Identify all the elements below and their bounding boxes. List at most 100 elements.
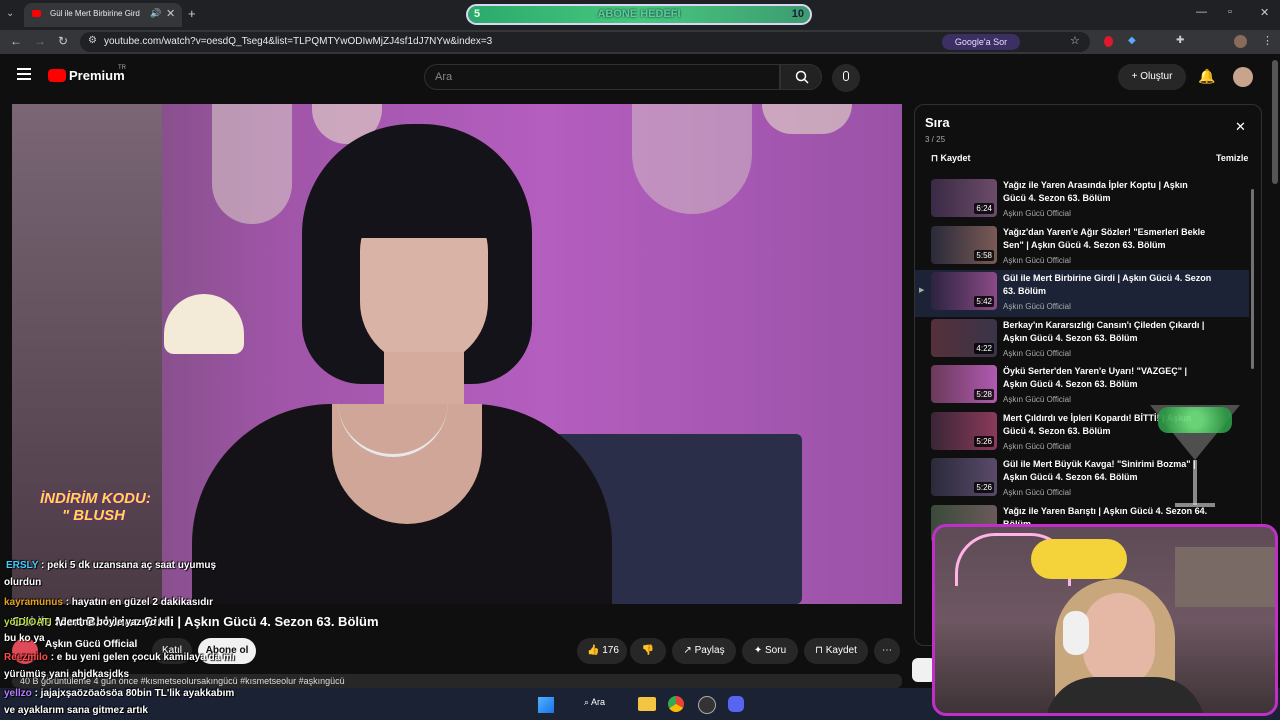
browser-menu-icon[interactable]: ⋮: [1262, 34, 1273, 47]
channel-name[interactable]: Aşkın Gücü Official: [45, 639, 137, 650]
share-button[interactable]: ↗ Paylaş: [672, 638, 736, 664]
queue-item-title: Yağız'dan Yaren'e Ağır Sözler! "Esmerler…: [1003, 227, 1206, 250]
webcam-person-top: [1045, 677, 1205, 713]
browser-tab-active[interactable]: Gül ile Mert Birbirine Girdi 🔊 ✕: [24, 3, 182, 27]
queue-item-title: Berkay'ın Kararsızlığı Cansın'ı Çileden …: [1003, 320, 1205, 343]
file-explorer-icon[interactable]: [638, 697, 656, 711]
queue-item[interactable]: 4:22 Berkay'ın Kararsızlığı Cansın'ı Çil…: [915, 317, 1249, 363]
chat-user: Reezmilo: [4, 652, 48, 663]
queue-thumbnail: 5:26: [931, 412, 997, 450]
queue-title: Sıra: [925, 115, 950, 130]
minimize-button[interactable]: —: [1196, 6, 1207, 18]
queue-item-channel: Aşkın Gücü Official: [1003, 442, 1071, 451]
queue-thumbnail: 5:58: [931, 226, 997, 264]
account-avatar[interactable]: [1233, 67, 1253, 87]
chat-text: ve ayaklarım sana gitmez artık: [4, 705, 148, 716]
address-bar-row: ← → ↻ ⚙ youtube.com/watch?v=oesdQ_Tseg4&…: [0, 30, 1280, 54]
queue-item-title: Öykü Serter'den Yaren'e Uyarı! "VAZGEÇ" …: [1003, 366, 1188, 389]
extensions-puzzle-icon[interactable]: ✚: [1176, 35, 1184, 46]
webcam-shelf: [1175, 547, 1275, 607]
hamburger-menu-icon[interactable]: [17, 68, 31, 80]
search-button[interactable]: [780, 64, 822, 90]
video-player[interactable]: İNDİRİM KODU: " BLUSH: [12, 104, 902, 604]
more-actions-button[interactable]: ⋯: [874, 638, 900, 664]
promo-line-1: İNDİRİM KODU:: [40, 490, 151, 507]
new-tab-button[interactable]: +: [188, 6, 196, 21]
queue-clear-button[interactable]: Temizle: [1216, 153, 1248, 163]
goal-label: ABONE HEDEFI: [597, 8, 681, 20]
share-label: Paylaş: [694, 645, 725, 656]
discord-icon[interactable]: [728, 696, 744, 712]
close-tab-icon[interactable]: ✕: [166, 7, 175, 20]
chat-line: Reezmilo : e bu yeni gelen çocuk kamilay…: [4, 652, 235, 663]
bookmark-icon: ⊓: [815, 645, 826, 656]
goal-end: 10: [791, 8, 804, 20]
search-icon: [795, 70, 809, 84]
extension-icon-blue[interactable]: ◆: [1128, 35, 1136, 46]
google-sor-button[interactable]: Google'a Sor: [942, 34, 1020, 50]
maximize-button[interactable]: ▫: [1228, 6, 1232, 18]
queue-thumbnail: 5:42: [931, 272, 997, 310]
queue-position: 3 / 25: [925, 135, 946, 144]
windows-start-icon[interactable]: [538, 697, 554, 713]
queue-item-current[interactable]: ▶ 5:42 Gül ile Mert Birbirine Girdi | Aş…: [915, 270, 1249, 317]
duration-badge: 4:22: [974, 343, 994, 354]
queue-item-channel: Aşkın Gücü Official: [1003, 395, 1071, 404]
tab-list-button[interactable]: ⌄: [6, 8, 20, 22]
queue-item[interactable]: 5:58 Yağız'dan Yaren'e Ağır Sözler! "Esm…: [915, 224, 1249, 270]
duration-badge: 5:26: [974, 482, 994, 493]
video-lamp: [762, 104, 852, 134]
bookmark-icon: ⊓: [931, 153, 941, 163]
create-button[interactable]: + Oluştur: [1118, 64, 1186, 90]
description-box[interactable]: 40 B görüntüleme 4 gün önce #kısmetseolu…: [12, 674, 902, 688]
url-field[interactable]: ⚙ youtube.com/watch?v=oesdQ_Tseg4&list=T…: [80, 32, 1090, 52]
chat-text: bu ko ya: [4, 633, 45, 644]
taskbar-search[interactable]: ⌕ Ara: [584, 697, 605, 708]
like-button[interactable]: 👍 176: [577, 638, 627, 664]
chat-line: kayramunus : hayatın en güzel 2 dakikası…: [4, 597, 213, 608]
queue-save-label: Kaydet: [940, 153, 971, 163]
extension-icon-red[interactable]: [1104, 36, 1113, 47]
back-icon[interactable]: ←: [10, 34, 22, 48]
dislike-button[interactable]: 👎: [630, 638, 666, 664]
url-text: youtube.com/watch?v=oesdQ_Tseg4&list=TLP…: [104, 36, 493, 47]
more-icon: ⋯: [882, 645, 892, 656]
voice-search-button[interactable]: [832, 64, 860, 92]
chat-line: yöiDIOATI : dert ne boyle yazıyo ki: [4, 617, 167, 628]
logo-region: TR: [118, 65, 126, 71]
youtube-favicon-icon: [32, 10, 41, 17]
subscriber-goal-overlay: 5 ABONE HEDEFI 10: [466, 4, 812, 25]
queue-item[interactable]: 6:24 Yağız ile Yaren Arasında İpler Kopt…: [915, 177, 1249, 223]
queue-scrollbar[interactable]: [1251, 189, 1254, 369]
search-input[interactable]: Ara: [424, 64, 780, 90]
notifications-bell-icon[interactable]: 🔔: [1198, 68, 1215, 85]
queue-item[interactable]: 5:28 Öykü Serter'den Yaren'e Uyarı! "VAZ…: [915, 363, 1249, 409]
profile-avatar-icon[interactable]: [1234, 35, 1247, 48]
close-window-button[interactable]: ✕: [1260, 6, 1269, 19]
forward-icon[interactable]: →: [34, 34, 46, 48]
bookmark-star-icon[interactable]: ☆: [1070, 34, 1080, 47]
save-button[interactable]: ⊓ Kaydet: [804, 638, 868, 664]
chat-user: yöiDIOATI: [4, 617, 52, 628]
save-label: Kaydet: [825, 645, 857, 656]
chat-user: kayramunus: [4, 597, 63, 608]
page-scrollbar[interactable]: [1272, 60, 1278, 184]
chat-text: : jajajxşaözöaösöa 80bin TL'lik ayakkabı…: [34, 688, 235, 699]
queue-save-button[interactable]: ⊓ Kaydet: [931, 153, 971, 164]
close-queue-icon[interactable]: ✕: [1235, 119, 1246, 135]
duration-badge: 5:26: [974, 436, 994, 447]
youtube-play-icon: [48, 69, 66, 82]
sparkle-icon: ✦: [753, 645, 766, 656]
chat-user: yellzo: [4, 688, 32, 699]
queue-item-channel: Aşkın Gücü Official: [1003, 349, 1071, 358]
ask-button[interactable]: ✦ Soru: [742, 638, 798, 664]
audio-icon[interactable]: 🔊: [150, 8, 161, 19]
obs-icon[interactable]: [698, 696, 716, 714]
queue-item-title: Yağız ile Yaren Arasında İpler Koptu | A…: [1003, 180, 1188, 203]
video-lamp: [632, 104, 752, 214]
webcam-plush: [1031, 539, 1127, 579]
queue-thumbnail: 5:28: [931, 365, 997, 403]
site-info-icon[interactable]: ⚙: [88, 35, 97, 46]
reload-icon[interactable]: ↻: [58, 34, 68, 48]
chrome-icon[interactable]: [668, 696, 684, 712]
